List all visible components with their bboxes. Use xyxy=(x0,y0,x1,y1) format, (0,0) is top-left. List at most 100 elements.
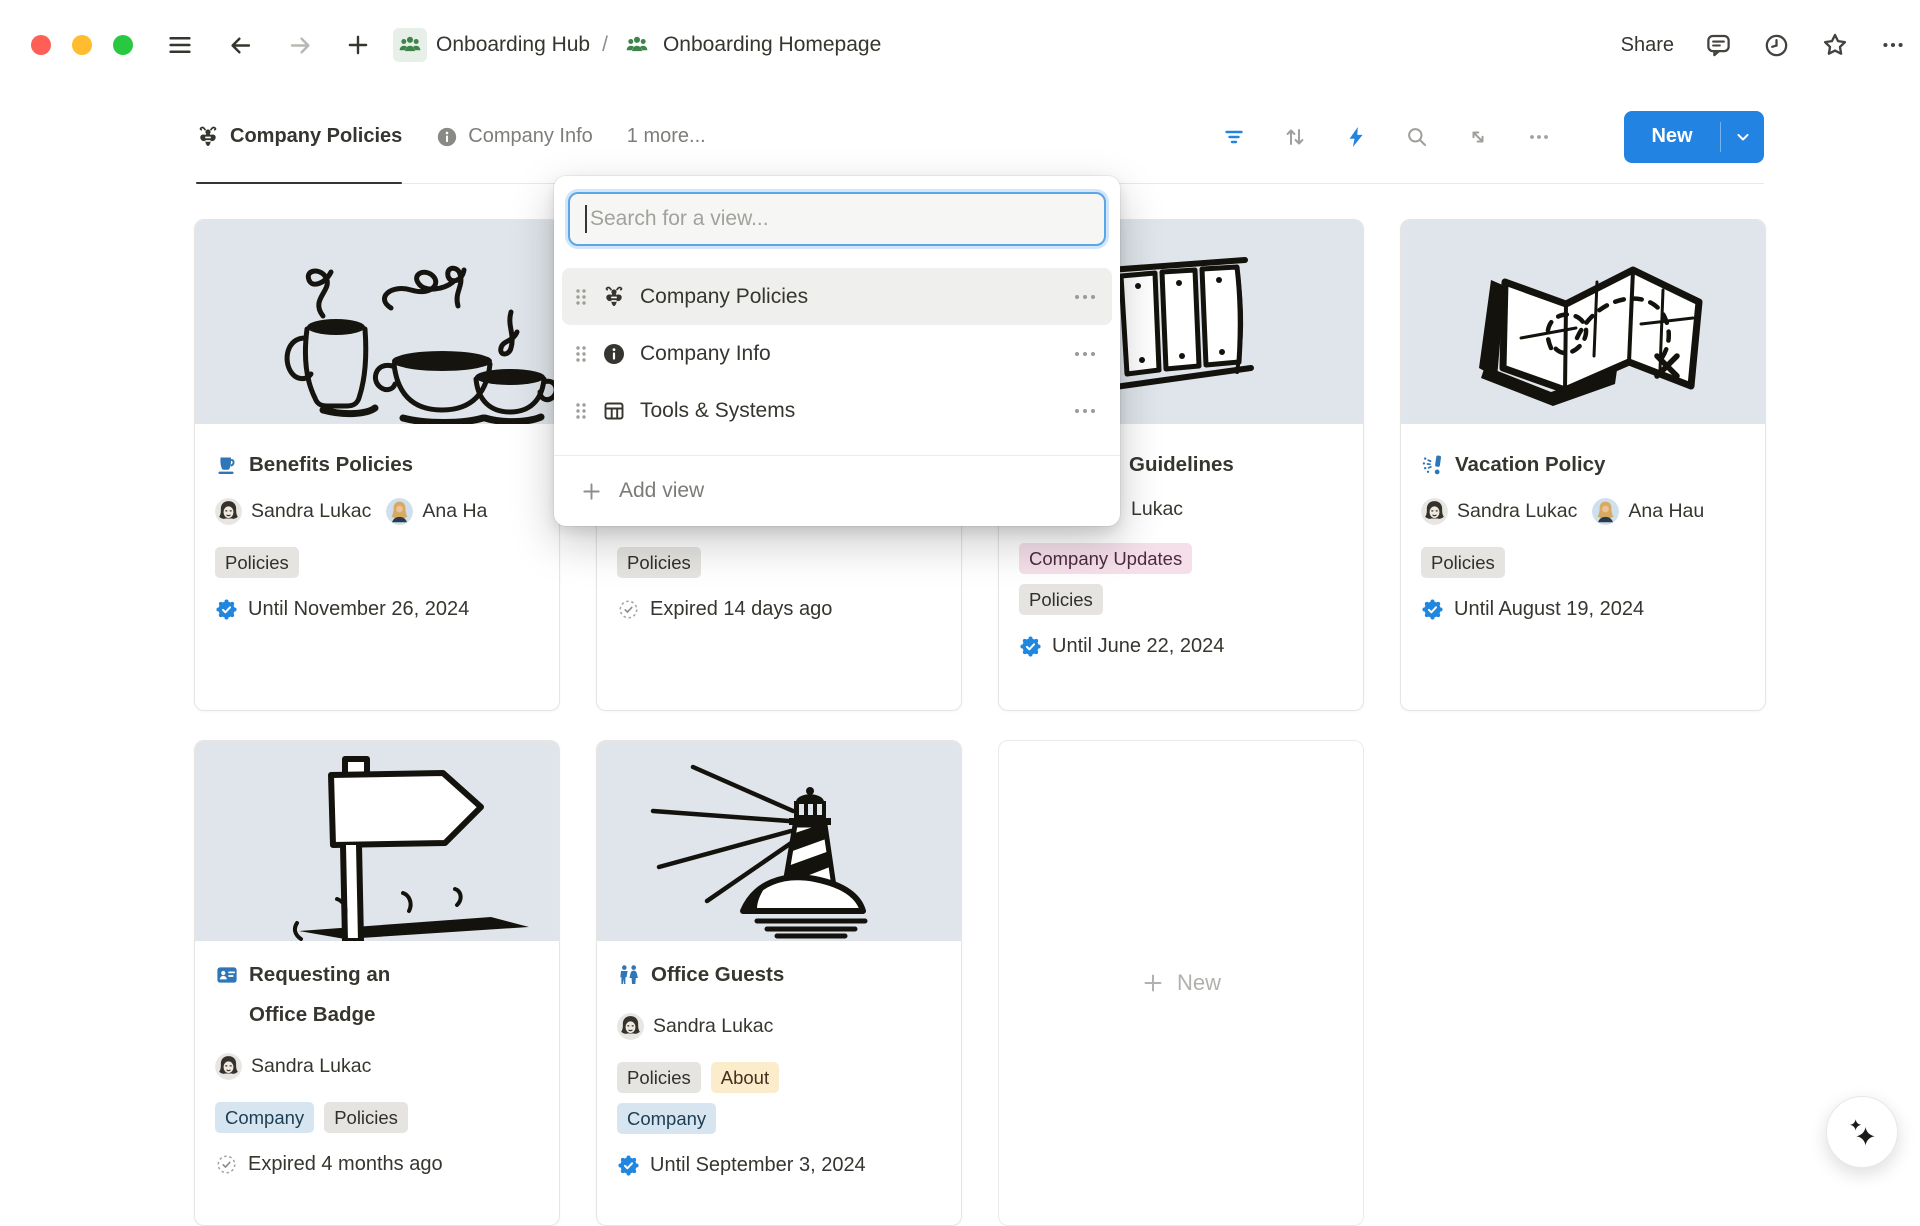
breadcrumb-page-label[interactable]: Onboarding Homepage xyxy=(663,33,881,57)
tag-policies: Policies xyxy=(617,1062,701,1093)
verified-badge-icon xyxy=(1421,598,1444,621)
card-vacation-policy[interactable]: Vacation Policy Sandra Lukac Ana Hau Pol… xyxy=(1400,219,1766,711)
breadcrumb: Onboarding Hub / Onboarding Homepage xyxy=(393,28,881,62)
comment-icon xyxy=(1705,32,1732,59)
coffee-cup-icon xyxy=(215,453,239,477)
view-item-company-info[interactable]: Company Info xyxy=(562,325,1112,382)
verified-badge-icon xyxy=(617,1154,640,1177)
tag-about: About xyxy=(711,1062,779,1093)
zoom-window-button[interactable] xyxy=(113,35,133,55)
ellipsis-icon xyxy=(1880,32,1906,58)
view-item-company-policies[interactable]: Company Policies xyxy=(562,268,1112,325)
avatar xyxy=(215,498,242,525)
sidebar-toggle-button[interactable] xyxy=(165,30,195,60)
page-history-button[interactable] xyxy=(1763,32,1790,59)
card-status: Expired 4 months ago xyxy=(215,1153,539,1176)
sparkles-icon xyxy=(1845,1115,1879,1149)
star-icon xyxy=(1821,31,1849,59)
tab-company-policies-label: Company Policies xyxy=(230,125,402,148)
info-icon xyxy=(436,126,458,148)
avatar xyxy=(215,1053,242,1080)
card-benefits-policies[interactable]: Benefits Policies Sandra Lukac Ana Ha Po… xyxy=(194,219,560,711)
person-name: Sandra Lukac xyxy=(653,1015,773,1038)
person-name: Ana Hau xyxy=(1628,500,1704,523)
card-office-badge[interactable]: Requesting an Office Badge Sandra Lukac … xyxy=(194,740,560,1226)
card-cover-signpost xyxy=(195,741,559,941)
view-actions: New xyxy=(1222,111,1764,163)
signpost-doodle xyxy=(195,741,560,941)
drag-handle-icon xyxy=(574,286,588,308)
card-content: Benefits Policies Sandra Lukac Ana Ha Po… xyxy=(195,424,559,621)
status-text: Until June 22, 2024 xyxy=(1052,635,1224,658)
card-people: Sandra Lukac xyxy=(215,1053,539,1080)
more-views-button[interactable]: 1 more... xyxy=(627,125,706,148)
plus-icon xyxy=(1141,971,1165,995)
view-item-options-button[interactable] xyxy=(1070,289,1100,305)
view-item-options-button[interactable] xyxy=(1070,403,1100,419)
back-arrow-icon xyxy=(227,32,254,59)
view-item-label: Company Policies xyxy=(640,285,808,309)
card-office-guests[interactable]: Office Guests Sandra Lukac Policies Abou… xyxy=(596,740,962,1226)
bee-icon xyxy=(196,125,220,149)
view-options-button[interactable] xyxy=(1527,125,1551,149)
notion-ai-button[interactable] xyxy=(1826,1096,1898,1168)
status-text: Expired 14 days ago xyxy=(650,598,832,621)
card-people: Sandra Lukac Ana Ha xyxy=(215,498,539,525)
card-title: Benefits Policies xyxy=(249,450,413,480)
search-icon xyxy=(1405,125,1429,149)
close-window-button[interactable] xyxy=(31,35,51,55)
expand-diagonal-icon xyxy=(1466,125,1490,149)
avatar xyxy=(1592,498,1619,525)
card-title-row: Benefits Policies xyxy=(215,450,539,480)
window-top-bar: Onboarding Hub / Onboarding Homepage Sha… xyxy=(0,0,1920,90)
minimize-window-button[interactable] xyxy=(72,35,92,55)
people-group-icon xyxy=(624,32,650,58)
view-search-field[interactable] xyxy=(568,192,1106,246)
tag-policies: Policies xyxy=(617,547,701,578)
person-name-visible: Lukac xyxy=(1131,498,1183,521)
automations-button[interactable] xyxy=(1344,125,1368,149)
search-button[interactable] xyxy=(1405,125,1429,149)
coffee-mugs-doodle xyxy=(195,220,560,424)
card-title-row: Vacation Policy xyxy=(1421,450,1745,480)
favorite-button[interactable] xyxy=(1821,31,1849,59)
view-item-tools-systems[interactable]: Tools & Systems xyxy=(562,382,1112,439)
drag-handle-icon xyxy=(574,400,588,422)
new-record-button[interactable]: New xyxy=(1624,111,1764,163)
more-options-button[interactable] xyxy=(1880,32,1906,58)
tab-company-info[interactable]: Company Info xyxy=(436,90,593,183)
forward-arrow-icon xyxy=(287,32,314,59)
tab-company-info-label: Company Info xyxy=(468,125,593,148)
back-button[interactable] xyxy=(225,30,255,60)
new-card-placeholder[interactable]: New xyxy=(998,740,1364,1226)
card-title-visible: Guidelines xyxy=(1129,450,1234,480)
new-button-label: New xyxy=(1624,125,1720,148)
expand-view-button[interactable] xyxy=(1466,125,1490,149)
card-tags: Policies xyxy=(1421,547,1745,578)
two-people-icon xyxy=(617,963,641,987)
onboarding-homepage-page-icon[interactable] xyxy=(620,28,654,62)
card-people: Sandra Lukac Ana Hau xyxy=(1421,498,1745,525)
expired-check-icon xyxy=(215,1153,238,1176)
ellipsis-icon xyxy=(1527,125,1551,149)
new-button-dropdown[interactable] xyxy=(1720,122,1764,152)
person-name: Sandra Lukac xyxy=(251,500,371,523)
avatar xyxy=(617,1013,644,1040)
comments-button[interactable] xyxy=(1705,32,1732,59)
view-search-input[interactable] xyxy=(590,207,1089,231)
plus-icon xyxy=(580,480,603,503)
topbar-actions: Share xyxy=(1621,31,1912,59)
filter-button[interactable] xyxy=(1222,125,1246,149)
status-text: Until September 3, 2024 xyxy=(650,1154,866,1177)
new-page-button[interactable] xyxy=(343,30,373,60)
breadcrumb-hub-label[interactable]: Onboarding Hub xyxy=(436,33,590,57)
chevron-down-icon xyxy=(1733,127,1753,147)
add-view-button[interactable]: Add view xyxy=(554,466,1120,516)
onboarding-hub-page-icon[interactable] xyxy=(393,28,427,62)
sort-button[interactable] xyxy=(1283,125,1307,149)
tag-company-updates: Company Updates xyxy=(1019,543,1192,574)
tab-company-policies[interactable]: Company Policies xyxy=(196,90,402,183)
share-button[interactable]: Share xyxy=(1621,34,1674,57)
forward-button[interactable] xyxy=(285,30,315,60)
view-item-options-button[interactable] xyxy=(1070,346,1100,362)
